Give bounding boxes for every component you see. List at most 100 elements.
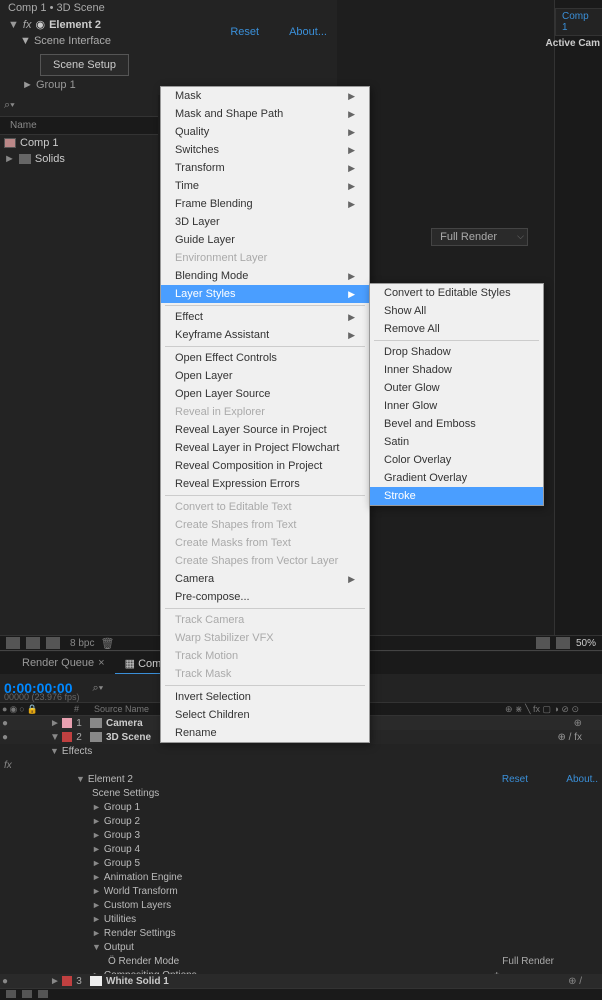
menu-item[interactable]: Show All [370,302,543,320]
menu-item[interactable]: Reveal Layer Source in Project [161,421,369,439]
menu-item[interactable]: Open Effect Controls [161,349,369,367]
toolbar-icon[interactable] [46,637,60,649]
menu-item[interactable]: Invert Selection [161,688,369,706]
monitor-icon[interactable] [536,637,550,649]
property-row[interactable]: Ö Render ModeFull Render [0,954,602,968]
property-row[interactable]: ►Group 4 [0,842,602,856]
property-row[interactable]: ►Render Settings [0,926,602,940]
switch-icons[interactable]: ⊕ [574,718,582,729]
search-icon[interactable]: ⌕▾ [4,99,15,112]
property-row[interactable]: ▼Effects [0,744,602,758]
menu-item[interactable]: Pre-compose... [161,588,369,606]
expand-icon[interactable]: ► [22,79,33,91]
footer-icon[interactable] [38,990,48,998]
label-color[interactable] [62,976,72,986]
property-row[interactable]: ▼Element 2ResetAbout.. [0,772,602,786]
render-mode-value[interactable]: Full Render [502,956,554,967]
close-icon[interactable]: × [98,657,104,669]
comp-tab[interactable]: Comp 1 [555,8,602,36]
menu-item[interactable]: Color Overlay [370,451,543,469]
expand-icon[interactable]: ▼ [50,746,59,756]
property-row[interactable]: ►Animation Engine [0,870,602,884]
monitor-icon[interactable] [556,637,570,649]
menu-item[interactable]: Outer Glow [370,379,543,397]
expand-icon[interactable]: ► [92,816,101,826]
fx-switch[interactable]: ⊕ / fx [558,732,583,743]
menu-item[interactable]: Mask and Shape Path▶ [161,105,369,123]
menu-item[interactable]: Open Layer Source [161,385,369,403]
reset-link[interactable]: Reset [502,774,528,785]
menu-item[interactable]: Reveal Expression Errors [161,475,369,493]
toolbar-icon[interactable] [6,637,20,649]
layer-name[interactable]: White Solid 1 [102,976,482,987]
label-color[interactable] [62,732,72,742]
expand-icon[interactable]: ► [92,844,101,854]
reset-link[interactable]: Reset [230,26,259,38]
search-icon[interactable]: ⌕▾ [93,682,104,695]
about-link[interactable]: About.. [566,774,598,785]
property-row[interactable]: ►Group 1 [0,800,602,814]
expand-icon[interactable]: ► [92,886,101,896]
menu-item[interactable]: Frame Blending▶ [161,195,369,213]
project-item-folder[interactable]: ►Solids [0,151,158,167]
name-column-header[interactable]: Name [0,117,158,135]
menu-item[interactable]: Guide Layer [161,231,369,249]
eye-icon[interactable]: ● [2,976,8,987]
expand-icon[interactable]: ► [92,802,101,812]
menu-item[interactable]: Inner Glow [370,397,543,415]
expand-icon[interactable]: ► [92,830,101,840]
project-item-comp[interactable]: Comp 1 [0,135,158,151]
expand-icon[interactable]: ► [92,928,101,938]
expand-icon[interactable]: ► [48,976,62,987]
render-mode-dropdown[interactable]: Full Render [431,228,528,246]
menu-item[interactable]: Inner Shadow [370,361,543,379]
bpc-label[interactable]: 8 bpc [70,638,94,649]
menu-item[interactable]: Layer Styles▶ [161,285,369,303]
expand-icon[interactable]: ▼ [76,774,85,784]
menu-item[interactable]: Gradient Overlay [370,469,543,487]
property-row[interactable]: ►Group 3 [0,828,602,842]
menu-item[interactable]: Quality▶ [161,123,369,141]
menu-item[interactable]: Bevel and Emboss [370,415,543,433]
menu-item[interactable]: Reveal Layer in Project Flowchart [161,439,369,457]
menu-item[interactable]: Remove All [370,320,543,338]
scene-setup-button[interactable]: Scene Setup [40,54,129,76]
tab-render-queue[interactable]: Render Queue× [12,654,115,674]
menu-item[interactable]: Transform▶ [161,159,369,177]
expand-icon[interactable]: ▼ [48,732,62,743]
expand-icon[interactable]: ► [48,718,62,729]
menu-item[interactable]: Effect▶ [161,308,369,326]
menu-item[interactable]: Camera▶ [161,570,369,588]
label-color[interactable] [62,718,72,728]
expand-icon[interactable]: ► [92,914,101,924]
menu-item[interactable]: Reveal Composition in Project [161,457,369,475]
footer-icon[interactable] [6,990,16,998]
expand-icon[interactable]: ▼ [8,19,19,31]
expand-icon[interactable]: ► [92,858,101,868]
layer-row[interactable]: ● ► 3 White Solid 1 ⊕ / [0,974,602,988]
menu-item[interactable]: Select Children [161,706,369,724]
expand-icon[interactable]: ► [92,872,101,882]
menu-item[interactable]: Switches▶ [161,141,369,159]
expand-icon[interactable]: ▼ [92,942,101,952]
expand-icon[interactable]: ► [4,153,15,165]
property-row[interactable]: ►Utilities [0,912,602,926]
menu-item[interactable]: Open Layer [161,367,369,385]
menu-item[interactable]: Mask▶ [161,87,369,105]
eye-icon[interactable]: ● [2,718,8,729]
expand-icon[interactable]: ► [92,900,101,910]
menu-item[interactable]: Keyframe Assistant▶ [161,326,369,344]
menu-item[interactable]: Blending Mode▶ [161,267,369,285]
switch-icons[interactable]: ⊕ / [568,976,582,987]
menu-item[interactable]: Rename [161,724,369,742]
menu-item[interactable]: Stroke [370,487,543,505]
eye-icon[interactable]: ● [2,732,8,743]
menu-item[interactable]: Time▶ [161,177,369,195]
about-link[interactable]: About... [289,26,327,38]
zoom-label[interactable]: 50% [576,638,596,649]
toolbar-icon[interactable] [26,637,40,649]
property-row[interactable]: ►World Transform [0,884,602,898]
expand-icon[interactable]: ▼ [20,35,31,47]
property-row[interactable]: ▼Output [0,940,602,954]
footer-icon[interactable] [22,990,32,998]
